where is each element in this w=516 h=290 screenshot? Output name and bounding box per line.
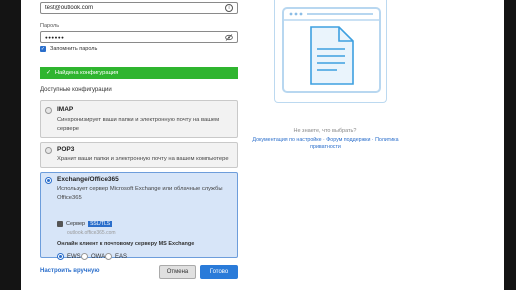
eye-slash-icon[interactable] — [225, 33, 233, 41]
document-illustration-icon — [282, 7, 381, 93]
imap-title: IMAP — [57, 106, 74, 113]
protocol-eas[interactable]: EAS — [105, 253, 127, 260]
email-value: test@outlook.com — [45, 5, 94, 11]
remember-password-label: Запомнить пароль — [50, 46, 98, 52]
cancel-button[interactable]: Отмена — [159, 265, 196, 279]
password-label: Пароль — [40, 23, 60, 29]
radio-ews[interactable] — [57, 253, 64, 260]
manual-setup-link[interactable]: Настроить вручную — [40, 268, 99, 274]
exchange-desc: Использует сервер Microsoft Exchange или… — [57, 186, 223, 201]
password-field[interactable]: ●●●●●● — [40, 31, 238, 43]
option-exchange[interactable]: Exchange/Office365 Использует сервер Mic… — [40, 172, 238, 260]
pop3-desc: Хранит ваши папки и электронную почту на… — [57, 156, 229, 162]
online-client-label: Онлайн клиент к почтовому серверу MS Exc… — [57, 241, 195, 247]
ews-label: EWS — [67, 253, 81, 260]
radio-imap[interactable] — [45, 107, 52, 114]
check-icon: ✓ — [46, 70, 51, 76]
help-links[interactable]: Документация по настройке · Форум поддер… — [238, 137, 413, 151]
config-found-banner: ✓ Найдена конфигурация — [40, 67, 238, 79]
exchange-title: Exchange/Office365 — [57, 176, 119, 183]
protocol-ews[interactable]: EWS — [57, 253, 81, 260]
password-value: ●●●●●● — [45, 34, 65, 40]
illustration-panel — [274, 0, 387, 103]
option-pop3[interactable]: POP3 Хранит ваши папки и электронную поч… — [40, 142, 238, 168]
remember-password-checkbox[interactable]: ✓ Запомнить пароль — [40, 46, 97, 52]
imap-desc: Синхронизирует ваши папки и электронную … — [57, 117, 220, 132]
server-label: Сервер — [66, 221, 86, 227]
radio-owa[interactable] — [81, 253, 88, 260]
server-icon — [57, 221, 63, 227]
email-field[interactable]: test@outlook.com i — [40, 2, 238, 14]
protocol-owa[interactable]: OWA — [81, 253, 105, 260]
option-imap[interactable]: IMAP Синхронизирует ваши папки и электро… — [40, 100, 238, 138]
radio-eas[interactable] — [105, 253, 112, 260]
info-icon[interactable]: i — [225, 4, 233, 12]
config-found-text: Найдена конфигурация — [54, 70, 119, 76]
radio-pop3[interactable] — [45, 147, 52, 154]
radio-exchange[interactable] — [45, 177, 52, 184]
available-configs-title: Доступные конфигурации — [40, 87, 112, 93]
server-host: outlook.office365.com — [67, 230, 116, 236]
owa-label: OWA — [91, 253, 106, 260]
checkmark-icon: ✓ — [40, 46, 46, 52]
left-dark-panel — [0, 0, 21, 290]
eas-label: EAS — [115, 253, 128, 260]
help-question: Не знаете, что выбрать? — [293, 128, 357, 134]
ssl-tag: SSL/TLS — [88, 221, 113, 227]
server-row: Сервер SSL/TLS — [57, 221, 113, 227]
right-dark-panel — [504, 0, 516, 290]
done-button[interactable]: Готово — [200, 265, 238, 279]
pop3-title: POP3 — [57, 146, 75, 153]
